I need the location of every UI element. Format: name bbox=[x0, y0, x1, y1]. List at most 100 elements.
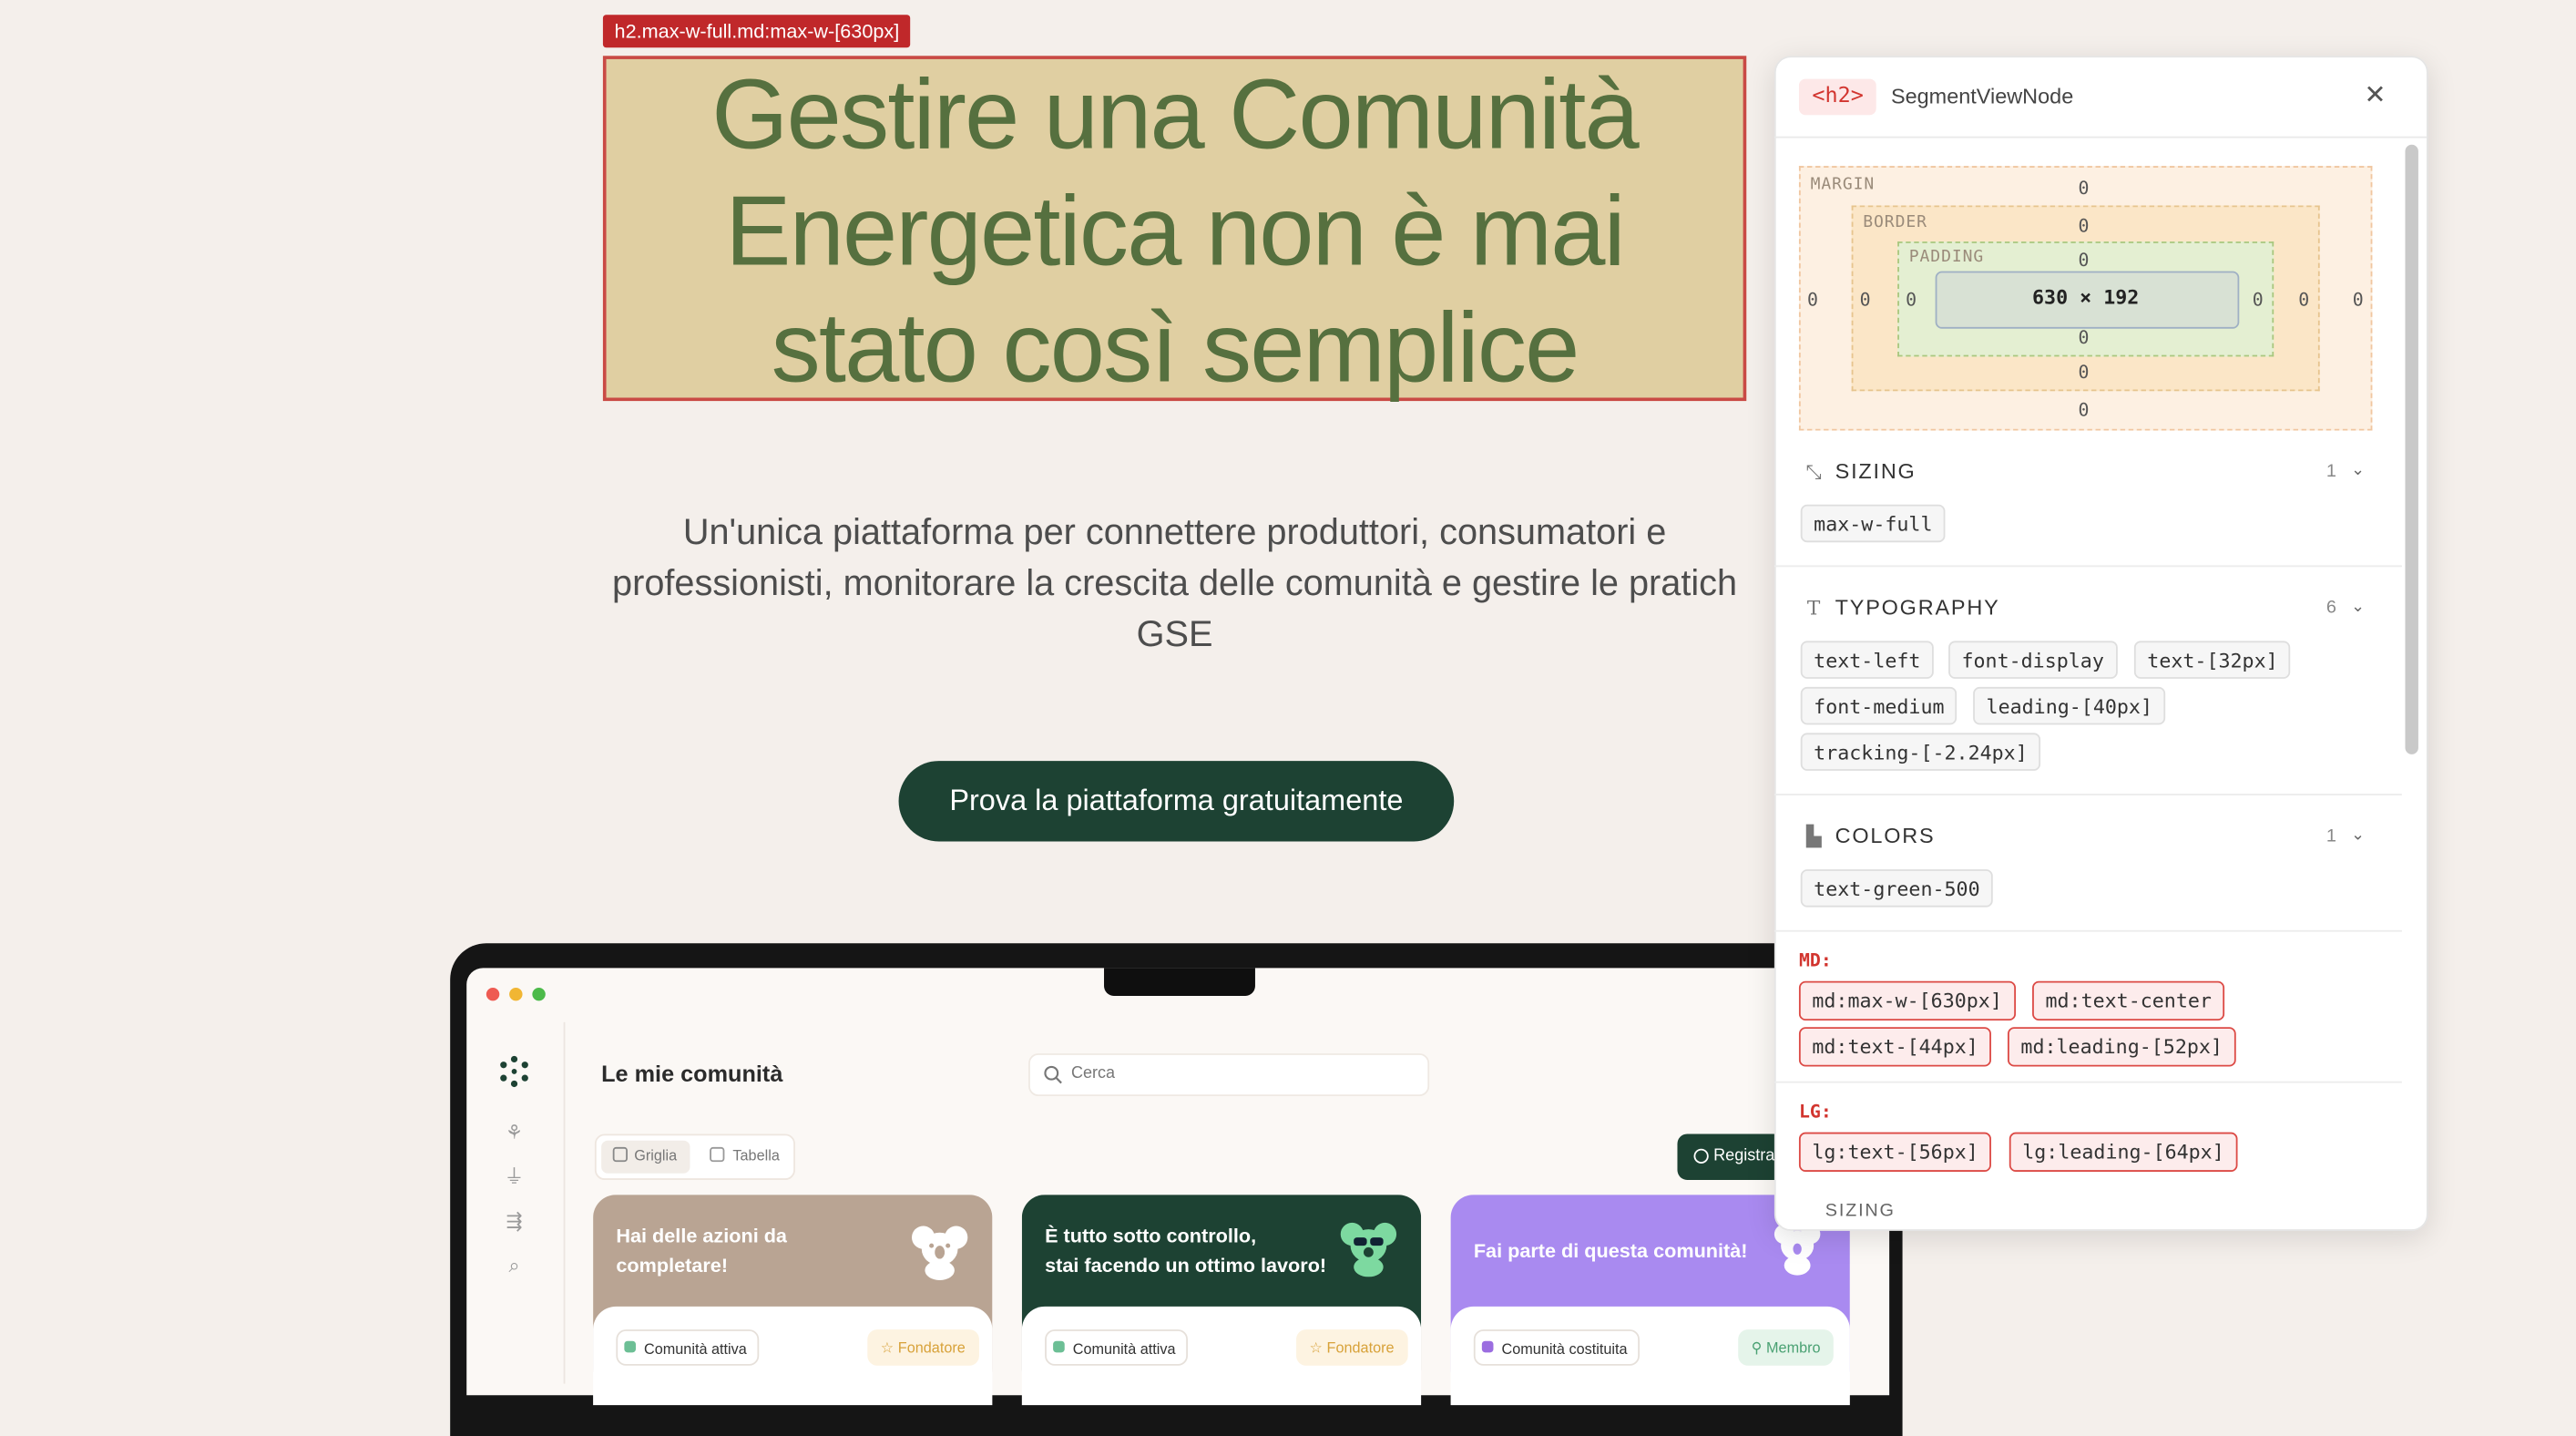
card-headline: È tutto sotto controllo, stai facendo un… bbox=[1045, 1221, 1326, 1280]
app-sidebar-divider bbox=[563, 1021, 566, 1384]
border-label: BORDER bbox=[1863, 213, 1927, 232]
chevron-down-icon[interactable]: ⌄ bbox=[2351, 599, 2365, 617]
hero-title-line: Gestire una Comunità bbox=[711, 58, 1639, 169]
class-chip[interactable]: text-[32px] bbox=[2133, 641, 2292, 679]
card-headline: Hai delle azioni da completare! bbox=[616, 1221, 787, 1280]
element-tag-badge: <h2> bbox=[1798, 78, 1877, 116]
content-dimensions: 630 × 192 bbox=[2032, 285, 2140, 310]
breakpoint-label-lg: LG: bbox=[1798, 1101, 1832, 1123]
card-headline: Fai parte di questa comunità! bbox=[1474, 1236, 1748, 1265]
class-chip[interactable]: text-green-500 bbox=[1800, 869, 1994, 908]
plug-icon[interactable]: ⏚ bbox=[503, 1165, 526, 1188]
breakpoint-chip[interactable]: lg:text-[56px] bbox=[1798, 1132, 1992, 1172]
hero-title-line: Energetica non è mai bbox=[725, 175, 1625, 286]
inspector-element-tag: h2.max-w-full.md:max-w-[630px] bbox=[602, 15, 911, 48]
padding-left-value: 0 bbox=[1906, 289, 1917, 311]
card-headline-line: completare! bbox=[616, 1254, 729, 1277]
app-search-placeholder: Cerca bbox=[1070, 1064, 1116, 1083]
koala-sunglasses-mascot-icon bbox=[1340, 1222, 1397, 1277]
expand-icon: ⤡ bbox=[1805, 460, 1822, 484]
window-close-dot[interactable] bbox=[486, 987, 500, 1001]
table-icon bbox=[710, 1146, 725, 1163]
margin-left-value: 0 bbox=[1806, 289, 1818, 311]
flow-icon[interactable]: ⇶ bbox=[503, 1209, 526, 1232]
tab-grid[interactable]: Griglia bbox=[634, 1147, 677, 1164]
search-icon bbox=[1044, 1065, 1062, 1084]
border-bottom-value: 0 bbox=[2078, 361, 2090, 384]
margin-label: MARGIN bbox=[1810, 175, 1876, 194]
status-square-icon bbox=[1053, 1340, 1065, 1353]
role-badge: ☆ Fondatore bbox=[867, 1329, 979, 1366]
border-top-value: 0 bbox=[2078, 215, 2090, 237]
chevron-down-icon[interactable]: ⌄ bbox=[2351, 826, 2365, 845]
section-title-sizing[interactable]: SIZING bbox=[1835, 458, 1917, 483]
card-headline-line: Hai delle azioni da bbox=[616, 1224, 787, 1247]
color-swatch-icon: ▙ bbox=[1805, 825, 1822, 848]
close-icon[interactable]: ✕ bbox=[2364, 79, 2386, 109]
role-label: Fondatore bbox=[897, 1339, 966, 1356]
status-square-icon bbox=[1481, 1340, 1494, 1353]
chevron-down-icon[interactable]: ⌄ bbox=[2351, 462, 2365, 480]
section-count: 6 bbox=[2326, 598, 2336, 619]
hero-title: Gestire una Comunità Energetica non è ma… bbox=[624, 56, 1724, 405]
breakpoint-chip[interactable]: md:max-w-[630px] bbox=[1798, 980, 2016, 1021]
role-badge: ⚲ Membro bbox=[1738, 1329, 1835, 1366]
node-name: SegmentViewNode bbox=[1890, 83, 2074, 109]
breakpoint-label-md: MD: bbox=[1798, 949, 1832, 971]
margin-right-value: 0 bbox=[2352, 289, 2364, 311]
window-minimize-dot[interactable] bbox=[509, 987, 523, 1001]
community-status-badge: Comunità attiva bbox=[616, 1329, 759, 1366]
hero-subtitle: Un'unica piattaforma per connettere prod… bbox=[542, 507, 1807, 660]
laptop-notch bbox=[1104, 968, 1255, 996]
section-divider bbox=[1774, 1081, 2402, 1083]
section-divider bbox=[1774, 794, 2402, 795]
section-divider bbox=[1774, 565, 2402, 568]
cta-button[interactable]: Prova la piattaforma gratuitamente bbox=[898, 761, 1455, 842]
padding-bottom-value: 0 bbox=[2078, 326, 2090, 349]
role-label: Fondatore bbox=[1326, 1339, 1395, 1356]
panel-header-divider bbox=[1774, 136, 2427, 138]
plus-circle-icon bbox=[1693, 1148, 1709, 1164]
koala-mascot-icon bbox=[911, 1226, 968, 1281]
padding-label: PADDING bbox=[1908, 248, 1985, 267]
class-chip[interactable]: font-display bbox=[1948, 641, 2118, 679]
tab-table[interactable]: Tabella bbox=[732, 1147, 779, 1164]
card-headline-line: stai facendo un ottimo lavoro! bbox=[1045, 1254, 1327, 1277]
section-title-sizing-partial: SIZING bbox=[1825, 1201, 1896, 1222]
class-chip[interactable]: text-left bbox=[1800, 641, 1934, 679]
window-maximize-dot[interactable] bbox=[532, 987, 546, 1001]
class-chip[interactable]: tracking-[-2.24px] bbox=[1800, 733, 2041, 771]
hero-subtitle-line: professionisti, monitorare la crescita d… bbox=[612, 561, 1738, 603]
border-left-value: 0 bbox=[1859, 289, 1871, 311]
class-chip[interactable]: max-w-full bbox=[1800, 504, 1946, 543]
section-title-colors[interactable]: COLORS bbox=[1835, 824, 1936, 848]
padding-right-value: 0 bbox=[2252, 289, 2264, 311]
section-divider bbox=[1774, 929, 2402, 932]
margin-bottom-value: 0 bbox=[2078, 399, 2090, 421]
status-square-icon bbox=[624, 1340, 636, 1353]
breakpoint-chip[interactable]: lg:leading-[64px] bbox=[2009, 1132, 2238, 1172]
breakpoint-chip[interactable]: md:text-center bbox=[2032, 980, 2225, 1021]
hero-title-line: stato così semplice bbox=[771, 292, 1580, 403]
section-count: 1 bbox=[2326, 461, 2336, 482]
search-icon[interactable]: ⌕ bbox=[503, 1254, 526, 1277]
community-icon[interactable]: ⚘ bbox=[503, 1121, 526, 1144]
community-status-badge: Comunità costituita bbox=[1473, 1329, 1640, 1366]
community-status-badge: Comunità attiva bbox=[1045, 1329, 1188, 1366]
class-chip[interactable]: font-medium bbox=[1800, 686, 1958, 725]
role-label: Membro bbox=[1766, 1339, 1821, 1356]
grid-icon bbox=[612, 1146, 628, 1163]
class-chip[interactable]: leading-[40px] bbox=[1973, 686, 2166, 725]
app-logo-icon bbox=[500, 1055, 528, 1088]
padding-top-value: 0 bbox=[2078, 250, 2090, 272]
hero-subtitle-line: GSE bbox=[1136, 612, 1213, 654]
app-page-title: Le mie comunità bbox=[601, 1060, 783, 1087]
breakpoint-chip[interactable]: md:text-[44px] bbox=[1798, 1027, 1992, 1067]
panel-scrollbar[interactable] bbox=[2405, 144, 2418, 754]
border-right-value: 0 bbox=[2298, 289, 2310, 311]
role-badge: ☆ Fondatore bbox=[1296, 1329, 1407, 1366]
section-title-typography[interactable]: TYPOGRAPHY bbox=[1835, 595, 2000, 620]
card-headline-line: È tutto sotto controllo, bbox=[1045, 1224, 1257, 1247]
breakpoint-chip[interactable]: md:leading-[52px] bbox=[2007, 1027, 2236, 1067]
hero-subtitle-line: Un'unica piattaforma per connettere prod… bbox=[682, 510, 1667, 553]
